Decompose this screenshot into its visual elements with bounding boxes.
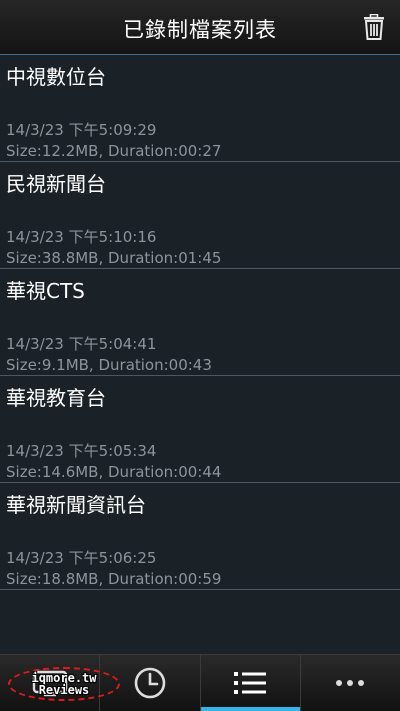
bottom-tab-bar: iqmore.tw Reviews <box>0 654 400 711</box>
recording-name: 華視教育台 <box>6 386 106 410</box>
recording-date: 14/3/23 下午5:06:25 <box>6 549 157 567</box>
recording-info: Size:14.6MB, Duration:00:44 <box>6 463 222 481</box>
trash-icon[interactable] <box>362 13 386 40</box>
recording-date: 14/3/23 下午5:04:41 <box>6 335 157 353</box>
recording-info: Size:18.8MB, Duration:00:59 <box>6 570 222 588</box>
list-icon <box>234 672 267 694</box>
clock-icon <box>134 667 166 699</box>
list-item[interactable]: 華視新聞資訊台 14/3/23 下午5:06:25 Size:18.8MB, D… <box>0 483 400 590</box>
recording-list: 中視數位台 14/3/23 下午5:09:29 Size:12.2MB, Dur… <box>0 55 400 590</box>
screen: 已錄制檔案列表 中視數位台 14/3/23 下午5:09:29 Size:12.… <box>0 0 400 711</box>
tab-recordings[interactable] <box>200 655 301 711</box>
recording-info: Size:38.8MB, Duration:01:45 <box>6 249 222 267</box>
recording-name: 民視新聞台 <box>6 172 106 196</box>
more-icon <box>336 680 365 686</box>
list-item[interactable]: 華視CTS 14/3/23 下午5:04:41 Size:9.1MB, Dura… <box>0 269 400 376</box>
action-bar: 已錄制檔案列表 <box>0 0 400 55</box>
recording-date: 14/3/23 下午5:09:29 <box>6 121 157 139</box>
list-item[interactable]: 華視教育台 14/3/23 下午5:05:34 Size:14.6MB, Dur… <box>0 376 400 483</box>
recording-name: 華視新聞資訊台 <box>6 493 146 517</box>
page-title: 已錄制檔案列表 <box>123 18 277 42</box>
list-item[interactable]: 民視新聞台 14/3/23 下午5:10:16 Size:38.8MB, Dur… <box>0 162 400 269</box>
recording-name: 中視數位台 <box>6 65 106 89</box>
recording-info: Size:12.2MB, Duration:00:27 <box>6 142 222 160</box>
recording-info: Size:9.1MB, Duration:00:43 <box>6 356 212 374</box>
recording-date: 14/3/23 下午5:05:34 <box>6 442 157 460</box>
tab-live-tv[interactable]: iqmore.tw Reviews <box>0 655 120 711</box>
list-item[interactable]: 中視數位台 14/3/23 下午5:09:29 Size:12.2MB, Dur… <box>0 55 400 162</box>
tab-schedule[interactable] <box>100 655 201 711</box>
tab-more[interactable] <box>301 655 400 711</box>
recording-name: 華視CTS <box>6 279 85 303</box>
recording-date: 14/3/23 下午5:10:16 <box>6 228 157 246</box>
